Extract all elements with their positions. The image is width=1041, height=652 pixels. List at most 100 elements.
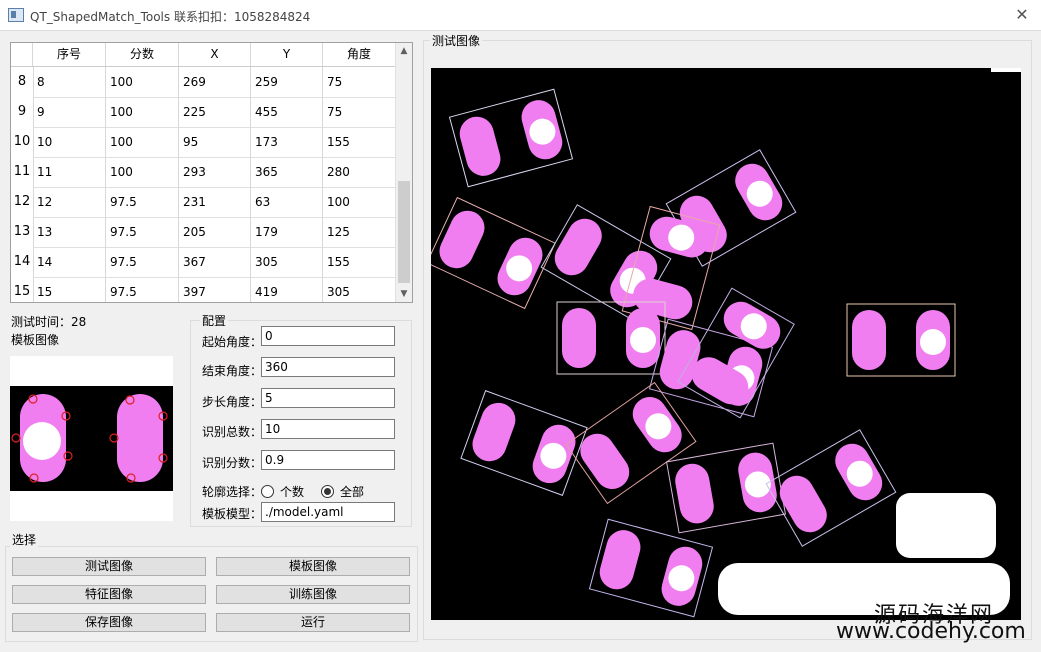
row-number[interactable]: 15 xyxy=(11,277,34,302)
close-icon[interactable]: ✕ xyxy=(1011,4,1033,26)
feature-image-button[interactable]: 特征图像 xyxy=(12,585,206,604)
row-number[interactable]: 12 xyxy=(11,187,34,217)
column-header[interactable]: 序号 xyxy=(33,43,106,66)
radio-count-label[interactable]: 个数 xyxy=(280,483,304,500)
step-angle-input[interactable]: 5 xyxy=(261,388,395,408)
table-cell[interactable]: 155 xyxy=(323,127,396,157)
table-cell[interactable]: 231 xyxy=(179,187,251,217)
run-button[interactable]: 运行 xyxy=(216,613,410,632)
table-cell[interactable]: 305 xyxy=(251,247,323,277)
table-cell[interactable]: 367 xyxy=(179,247,251,277)
column-header[interactable]: 分数 xyxy=(106,43,179,66)
table-row[interactable]: 11 11 100 293 365 280 xyxy=(11,157,396,188)
table-cell[interactable]: 8 xyxy=(33,67,106,97)
table-cell[interactable]: 397 xyxy=(179,277,251,302)
row-number[interactable]: 10 xyxy=(11,127,34,157)
results-table[interactable]: 序号 分数 X Y 角度 8 8 100 269 259 75 9 9 100 225 455 75 1… xyxy=(10,42,413,303)
table-row[interactable]: 9 9 100 225 455 75 xyxy=(11,97,396,128)
contour-label: 轮廓选择： xyxy=(202,485,263,499)
scroll-down-icon[interactable]: ▼ xyxy=(396,286,412,302)
config-title: 配置 xyxy=(200,312,229,329)
model-path-input[interactable]: ./model.yaml xyxy=(261,502,395,522)
total-label: 识别总数： xyxy=(202,425,263,439)
table-cell[interactable]: 10 xyxy=(33,127,106,157)
row-number[interactable]: 8 xyxy=(11,67,34,97)
table-cell[interactable]: 75 xyxy=(323,67,396,97)
row-number[interactable]: 13 xyxy=(11,217,34,247)
table-cell[interactable]: 419 xyxy=(251,277,323,302)
radio-all[interactable] xyxy=(321,485,334,498)
table-cell[interactable]: 97.5 xyxy=(106,187,179,217)
table-cell[interactable]: 11 xyxy=(33,157,106,187)
table-cell[interactable]: 365 xyxy=(251,157,323,187)
train-image-button[interactable]: 训练图像 xyxy=(216,585,410,604)
table-cell[interactable]: 173 xyxy=(251,127,323,157)
table-cell[interactable]: 269 xyxy=(179,67,251,97)
table-row[interactable]: 10 10 100 95 173 155 xyxy=(11,127,396,158)
template-label: 模板图像 xyxy=(11,333,60,347)
table-header: 序号 分数 X Y 角度 xyxy=(11,43,396,67)
table-cell[interactable]: 63 xyxy=(251,187,323,217)
column-header[interactable]: Y xyxy=(251,43,323,66)
template-image-frame xyxy=(10,356,173,521)
test-time: 测试时间：28 xyxy=(11,315,87,329)
table-row[interactable]: 13 13 97.5 205 179 125 xyxy=(11,217,396,248)
test-image-button[interactable]: 测试图像 xyxy=(12,557,206,576)
table-row[interactable]: 14 14 97.5 367 305 155 xyxy=(11,247,396,278)
table-cell[interactable]: 75 xyxy=(323,97,396,127)
corner-cell xyxy=(11,43,33,66)
table-scrollbar[interactable]: ▲ ▼ xyxy=(395,43,412,302)
table-cell[interactable]: 14 xyxy=(33,247,106,277)
table-cell[interactable]: 97.5 xyxy=(106,277,179,302)
scroll-up-icon[interactable]: ▲ xyxy=(396,43,412,59)
table-cell[interactable]: 100 xyxy=(106,67,179,97)
table-cell[interactable]: 100 xyxy=(106,157,179,187)
table-cell[interactable]: 15 xyxy=(33,277,106,302)
table-cell[interactable]: 97.5 xyxy=(106,247,179,277)
watermark-url: www.codehy.com xyxy=(836,619,1026,644)
row-number[interactable]: 14 xyxy=(11,247,34,277)
test-image-canvas[interactable] xyxy=(431,68,1021,620)
test-image xyxy=(431,68,1021,618)
score-label: 识别分数： xyxy=(202,456,263,470)
table-cell[interactable]: 280 xyxy=(323,157,396,187)
radio-all-label[interactable]: 全部 xyxy=(340,483,364,500)
table-cell[interactable]: 97.5 xyxy=(106,217,179,247)
table-cell[interactable]: 95 xyxy=(179,127,251,157)
table-cell[interactable]: 455 xyxy=(251,97,323,127)
window-title: QT_ShapedMatch_Tools 联系扣扣：1058284824 xyxy=(30,10,311,24)
table-cell[interactable]: 293 xyxy=(179,157,251,187)
table-cell[interactable]: 259 xyxy=(251,67,323,97)
title-bar: QT_ShapedMatch_Tools 联系扣扣：1058284824 ✕ xyxy=(0,0,1041,31)
table-cell[interactable]: 9 xyxy=(33,97,106,127)
table-cell[interactable]: 100 xyxy=(323,187,396,217)
table-cell[interactable]: 100 xyxy=(106,127,179,157)
score-input[interactable]: 0.9 xyxy=(261,450,395,470)
row-number[interactable]: 11 xyxy=(11,157,34,187)
select-title: 选择 xyxy=(10,531,39,548)
table-row[interactable]: 15 15 97.5 397 419 305 xyxy=(11,277,396,302)
save-image-button[interactable]: 保存图像 xyxy=(12,613,206,632)
table-cell[interactable]: 225 xyxy=(179,97,251,127)
table-row[interactable]: 8 8 100 269 259 75 xyxy=(11,67,396,98)
table-cell[interactable]: 155 xyxy=(323,247,396,277)
table-cell[interactable]: 12 xyxy=(33,187,106,217)
start-angle-input[interactable]: 0 xyxy=(261,326,395,346)
model-label: 模板模型： xyxy=(202,507,263,521)
column-header[interactable]: 角度 xyxy=(323,43,396,66)
template-image-button[interactable]: 模板图像 xyxy=(216,557,410,576)
total-input[interactable]: 10 xyxy=(261,419,395,439)
scroll-thumb[interactable] xyxy=(398,181,410,283)
table-cell[interactable]: 179 xyxy=(251,217,323,247)
table-cell[interactable]: 205 xyxy=(179,217,251,247)
table-cell[interactable]: 125 xyxy=(323,217,396,247)
radio-count[interactable] xyxy=(261,485,274,498)
table-row[interactable]: 12 12 97.5 231 63 100 xyxy=(11,187,396,218)
row-number[interactable]: 9 xyxy=(11,97,34,127)
test-image-label: 测试图像 xyxy=(430,32,483,49)
table-cell[interactable]: 305 xyxy=(323,277,396,302)
table-cell[interactable]: 100 xyxy=(106,97,179,127)
column-header[interactable]: X xyxy=(179,43,251,66)
table-cell[interactable]: 13 xyxy=(33,217,106,247)
end-angle-input[interactable]: 360 xyxy=(261,357,395,377)
